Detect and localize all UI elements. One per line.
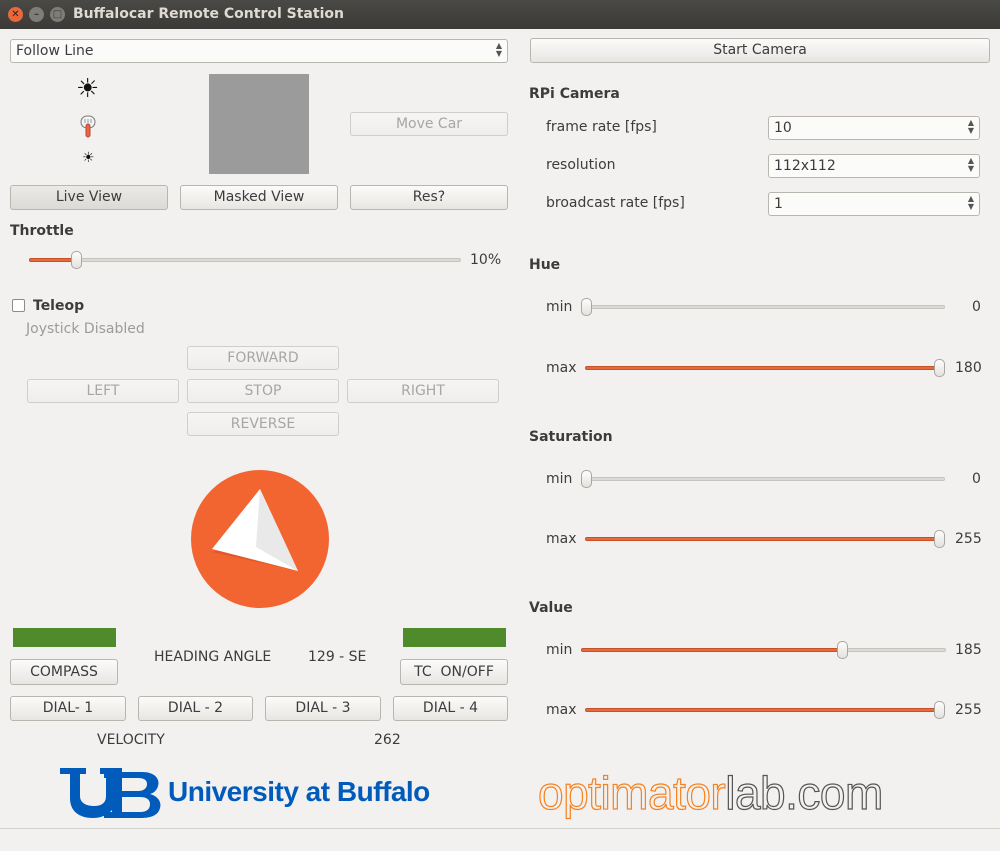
spin-arrows-icon: ▲ ▼ xyxy=(967,194,974,211)
hue-max-slider-handle[interactable] xyxy=(934,359,945,377)
value-min-value: 185 xyxy=(955,642,982,658)
resolution-value: 112x112 xyxy=(774,158,836,174)
value-min-slider-handle[interactable] xyxy=(837,641,848,659)
ub-wordmark: University at Buffalo xyxy=(168,776,430,807)
compass-status-bar xyxy=(13,628,116,647)
saturation-min-value: 0 xyxy=(972,471,981,487)
joystick-status: Joystick Disabled xyxy=(26,321,145,337)
value-max-slider-fill[interactable] xyxy=(585,708,943,712)
resolution-label: resolution xyxy=(546,157,616,173)
throttle-label: Throttle xyxy=(10,223,74,239)
reverse-button[interactable]: REVERSE xyxy=(187,412,339,436)
thermometer-icon xyxy=(80,115,96,138)
value-max-value: 255 xyxy=(955,702,982,718)
teleop-checkbox[interactable] xyxy=(12,299,25,312)
hue-max-value: 180 xyxy=(955,360,982,376)
masked-view-button[interactable]: Masked View xyxy=(180,185,338,210)
saturation-max-value: 255 xyxy=(955,531,982,547)
ub-monogram-logo xyxy=(60,768,161,818)
velocity-label: VELOCITY xyxy=(97,732,165,748)
saturation-min-slider-track[interactable] xyxy=(585,477,945,481)
window-title: Buffalocar Remote Control Station xyxy=(73,6,344,22)
saturation-min-label: min xyxy=(546,471,573,487)
mode-select[interactable]: Follow Line ▲ ▼ xyxy=(10,39,508,63)
dial-1-button[interactable]: DIAL- 1 xyxy=(10,696,126,721)
broadcast-rate-spinbox[interactable]: 1 ▲ ▼ xyxy=(768,192,980,216)
tc-toggle-button[interactable]: TC ON/OFF xyxy=(400,659,508,685)
spin-arrows-icon: ▲ ▼ xyxy=(967,118,974,135)
res-button[interactable]: Res? xyxy=(350,185,508,210)
value-min-label: min xyxy=(546,642,573,658)
close-icon[interactable]: ✕ xyxy=(8,7,23,22)
hue-max-slider-fill[interactable] xyxy=(585,366,943,370)
title-bar: ✕ – □ Buffalocar Remote Control Station xyxy=(0,0,1000,29)
mode-select-value: Follow Line xyxy=(16,43,94,59)
heading-angle-value: 129 - SE xyxy=(308,649,367,665)
broadcast-rate-value: 1 xyxy=(774,196,783,212)
frame-rate-label: frame rate [fps] xyxy=(546,119,657,135)
status-bar-divider xyxy=(0,828,1000,829)
value-max-label: max xyxy=(546,702,577,718)
velocity-value: 262 xyxy=(374,732,401,748)
value-min-slider-fill xyxy=(581,648,843,652)
throttle-slider-handle[interactable] xyxy=(71,251,82,269)
rpi-camera-title: RPi Camera xyxy=(529,86,620,102)
spin-arrows-icon: ▲ ▼ xyxy=(967,156,974,173)
minimize-icon[interactable]: – xyxy=(29,7,44,22)
camera-preview xyxy=(209,74,309,174)
brightness-high-icon: ☀ xyxy=(76,74,100,104)
teleop-label: Teleop xyxy=(33,298,85,314)
compass-button[interactable]: COMPASS xyxy=(10,659,118,685)
live-view-button[interactable]: Live View xyxy=(10,185,168,210)
optimator-wordmark: optimatorlab.com xyxy=(537,766,884,820)
spin-arrows-icon: ▲ ▼ xyxy=(495,41,502,58)
saturation-max-slider-fill[interactable] xyxy=(585,537,943,541)
saturation-max-label: max xyxy=(546,531,577,547)
optimator-wordmark-part1: optimator xyxy=(537,766,726,819)
broadcast-rate-label: broadcast rate [fps] xyxy=(546,195,685,211)
right-button[interactable]: RIGHT xyxy=(347,379,499,403)
saturation-min-slider-handle[interactable] xyxy=(581,470,592,488)
hue-min-slider-track[interactable] xyxy=(585,305,945,309)
tc-status-bar xyxy=(403,628,506,647)
heading-angle-label: HEADING ANGLE xyxy=(154,649,272,665)
optimator-wordmark-part2: lab.com xyxy=(725,766,884,819)
frame-rate-spinbox[interactable]: 10 ▲ ▼ xyxy=(768,116,980,140)
resolution-select[interactable]: 112x112 ▲ ▼ xyxy=(768,154,980,178)
forward-button[interactable]: FORWARD xyxy=(187,346,339,370)
stop-button[interactable]: STOP xyxy=(187,379,339,403)
hue-max-label: max xyxy=(546,360,577,376)
throttle-slider-fill xyxy=(29,258,77,262)
hue-min-slider-handle[interactable] xyxy=(581,298,592,316)
dial-3-button[interactable]: DIAL - 3 xyxy=(265,696,381,721)
frame-rate-value: 10 xyxy=(774,120,792,136)
dial-4-button[interactable]: DIAL - 4 xyxy=(393,696,508,721)
hue-min-label: min xyxy=(546,299,573,315)
saturation-title: Saturation xyxy=(529,429,613,445)
saturation-max-slider-handle[interactable] xyxy=(934,530,945,548)
brightness-low-icon: ☀ xyxy=(82,150,95,166)
compass-dial xyxy=(191,470,329,608)
left-button[interactable]: LEFT xyxy=(27,379,179,403)
throttle-value: 10% xyxy=(470,252,502,268)
value-title: Value xyxy=(529,600,573,616)
start-camera-button[interactable]: Start Camera xyxy=(530,38,990,63)
move-car-button[interactable]: Move Car xyxy=(350,112,508,136)
hue-min-value: 0 xyxy=(972,299,981,315)
dial-2-button[interactable]: DIAL - 2 xyxy=(138,696,253,721)
maximize-icon[interactable]: □ xyxy=(50,7,65,22)
throttle-slider-track[interactable] xyxy=(29,258,461,262)
value-max-slider-handle[interactable] xyxy=(934,701,945,719)
hue-title: Hue xyxy=(529,257,561,273)
